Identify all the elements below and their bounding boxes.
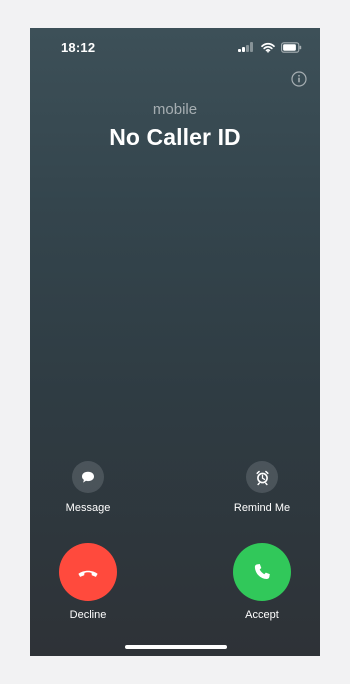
info-icon	[291, 71, 307, 87]
message-icon	[82, 471, 94, 483]
remind-me-label: Remind Me	[233, 502, 291, 514]
decline-button[interactable]	[59, 543, 117, 601]
remind-me-action[interactable]: Remind Me	[217, 461, 307, 515]
accept-action[interactable]: Accept	[217, 543, 307, 622]
home-indicator[interactable]	[125, 645, 227, 649]
message-button[interactable]	[72, 461, 104, 493]
status-icons	[238, 40, 302, 54]
status-time: 18:12	[61, 40, 96, 55]
accept-label: Accept	[245, 609, 279, 621]
alarm-clock-icon	[255, 470, 269, 485]
wifi-icon	[261, 42, 275, 53]
call-info-button[interactable]	[290, 70, 308, 88]
decline-action[interactable]: Decline	[43, 543, 133, 622]
phone-icon	[254, 564, 270, 580]
accept-button[interactable]	[233, 543, 291, 601]
page-background: 18:12 mobile No Caller ID Message Remind…	[0, 0, 350, 684]
incoming-call-screen: 18:12 mobile No Caller ID Message Remind…	[30, 28, 320, 656]
caller-type-label: mobile	[152, 101, 198, 118]
remind-me-button[interactable]	[246, 461, 278, 493]
phone-down-icon	[78, 570, 98, 577]
battery-icon	[281, 41, 302, 53]
cellular-signal-icon	[238, 42, 255, 52]
status-bar: 18:12	[30, 28, 320, 68]
message-action[interactable]: Message	[43, 461, 133, 515]
caller-name: No Caller ID	[109, 124, 241, 150]
decline-label: Decline	[69, 609, 107, 621]
message-label: Message	[65, 502, 111, 514]
